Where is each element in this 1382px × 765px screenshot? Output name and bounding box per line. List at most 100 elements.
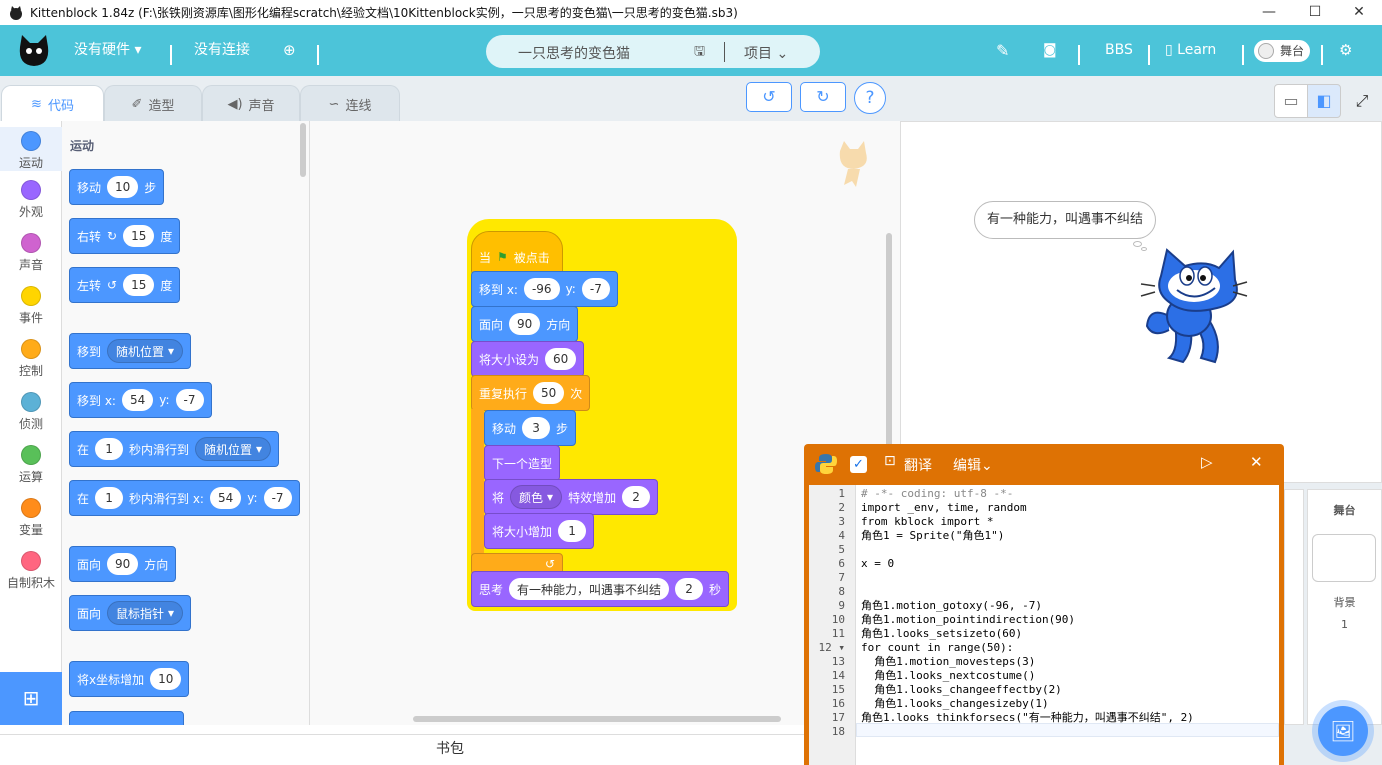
change-effect-block[interactable]: 将颜色 ▾ 特效增加 2	[484, 479, 659, 515]
block-input[interactable]: 60	[545, 348, 577, 370]
block-input[interactable]: 1	[558, 520, 587, 542]
category-6[interactable]: 运算	[0, 445, 62, 485]
palette-goto-block[interactable]: 移到 随机位置 ▾	[69, 333, 192, 369]
globe-icon[interactable]: ⊕	[283, 25, 296, 76]
palette-point-direction-block[interactable]: 面向 90 方向	[69, 546, 177, 582]
move-steps-block[interactable]: 移动 3 步	[484, 410, 577, 446]
bbs-link[interactable]: BBS	[1105, 25, 1133, 76]
palette-change-x-block[interactable]: 将x坐标增加 10	[69, 661, 190, 697]
category-5[interactable]: 侦测	[0, 392, 62, 432]
palette-scrollbar[interactable]	[300, 123, 306, 177]
learn-link[interactable]: ▯ Learn	[1165, 25, 1216, 76]
block-input[interactable]: 54	[209, 487, 242, 509]
hardware-menu[interactable]: 没有硬件 ▾	[74, 25, 141, 76]
block-input[interactable]: 10	[150, 668, 182, 690]
tab-costumes[interactable]: ✐ 造型	[104, 85, 202, 123]
fullscreen-button[interactable]: ⤢	[1350, 84, 1374, 118]
block-input[interactable]: 3	[522, 417, 551, 439]
block-input[interactable]: 1	[95, 487, 124, 509]
line-number: 17	[831, 711, 845, 724]
terminal-icon: ⊡	[884, 453, 896, 469]
run-icon[interactable]: ▷	[1201, 453, 1213, 471]
tab-wiring[interactable]: ∽ 连线	[300, 85, 400, 123]
palette-point-towards-block[interactable]: 面向 鼠标指针 ▾	[69, 595, 192, 631]
save-icon[interactable]: 🖫	[694, 42, 705, 64]
tab-code[interactable]: ≋ 代码	[1, 85, 104, 123]
block-input[interactable]: 54	[121, 389, 154, 411]
add-backdrop-button[interactable]: 🖼	[1318, 706, 1368, 756]
point-direction-block[interactable]: 面向 90 方向	[471, 306, 579, 342]
block-input[interactable]: 1	[95, 438, 124, 460]
palette-move-block[interactable]: 移动 10 步	[69, 169, 165, 205]
edit-menu-label: 编辑	[953, 458, 981, 474]
minimize-button[interactable]: —	[1246, 0, 1292, 25]
block-dropdown[interactable]: 随机位置 ▾	[107, 339, 184, 363]
category-2[interactable]: 声音	[0, 233, 62, 273]
goto-xy-block[interactable]: 移到 x: -96 y: -7	[471, 271, 618, 307]
camera-icon[interactable]: ◙	[1043, 25, 1057, 76]
block-label: 将x坐标增加	[77, 672, 145, 687]
category-7[interactable]: 变量	[0, 498, 62, 538]
palette-turn-left-block[interactable]: 左转 ↺ 15 度	[69, 267, 181, 303]
project-name-field[interactable]: 一只思考的变色猫	[518, 43, 630, 63]
block-input[interactable]: 90	[509, 313, 541, 335]
translate-button[interactable]: 翻译	[904, 455, 932, 475]
block-input[interactable]: 50	[533, 382, 565, 404]
repeat-block[interactable]: 重复执行 50 次	[471, 375, 591, 411]
project-menu[interactable]: 项目 ⌄	[744, 43, 788, 63]
block-dropdown[interactable]: 鼠标指针 ▾	[107, 601, 184, 625]
block-input[interactable]: 90	[107, 553, 139, 575]
block-input[interactable]: 2	[622, 486, 651, 508]
next-costume-block[interactable]: 下一个造型	[484, 445, 561, 481]
block-input[interactable]: 15	[123, 274, 155, 296]
help-button[interactable]: ?	[854, 82, 886, 114]
block-input[interactable]: -96	[523, 278, 560, 300]
block-input[interactable]: -7	[263, 487, 292, 509]
add-extension-button[interactable]: ⊞	[0, 672, 62, 725]
maximize-button[interactable]: ☐	[1292, 0, 1338, 25]
think-for-secs-block[interactable]: 思考 有一种能力，叫遇事不纠结 2 秒	[471, 571, 730, 607]
backpack-bar[interactable]: 书包	[0, 734, 900, 765]
tab-sounds[interactable]: ◀) 声音	[202, 85, 300, 123]
code-editor[interactable]: 1 2 3 4 5 6 7 8 9 10 11 12 ▾ 13 14 15 16 17 18 # -*- codi…	[809, 485, 1279, 765]
redo-button[interactable]: ↻	[800, 82, 846, 112]
palette-turn-right-block[interactable]: 右转 ↻ 15 度	[69, 218, 181, 254]
stage-toggle[interactable]: 舞台	[1254, 40, 1310, 62]
sync-checkbox[interactable]: ✓	[850, 456, 867, 473]
palette-glide-xy-block[interactable]: 在 1 秒内滑行到 x: 54 y: -7	[69, 480, 300, 516]
pencil-icon[interactable]: ✎	[996, 25, 1009, 76]
cat-sprite[interactable]	[1139, 246, 1249, 366]
connection-menu[interactable]: 没有连接	[194, 25, 250, 76]
stage-canvas[interactable]	[900, 121, 1382, 483]
block-input[interactable]: -7	[581, 278, 610, 300]
backdrop-thumbnail[interactable]	[1312, 534, 1376, 582]
category-0[interactable]: 运动	[0, 127, 62, 171]
category-4[interactable]: 控制	[0, 339, 62, 379]
workspace-hscrollbar[interactable]	[413, 716, 781, 722]
gear-icon[interactable]: ⚙	[1339, 25, 1352, 76]
edit-menu[interactable]: 编辑⌄	[953, 455, 993, 475]
block-dropdown[interactable]: 随机位置 ▾	[195, 437, 272, 461]
close-icon[interactable]: ✕	[1250, 453, 1263, 471]
normal-stage-button[interactable]: ◧	[1307, 84, 1341, 118]
palette-glide-block[interactable]: 在 1 秒内滑行到 随机位置 ▾	[69, 431, 280, 467]
rotate-right-icon: ↻	[107, 229, 118, 243]
small-stage-button[interactable]: ▭	[1274, 84, 1308, 118]
block-dropdown[interactable]: 颜色 ▾	[510, 485, 563, 509]
block-input[interactable]: 2	[675, 578, 704, 600]
change-size-block[interactable]: 将大小增加 1	[484, 513, 595, 549]
when-flag-clicked-block[interactable]: 当 ⚑ 被点击	[471, 231, 563, 275]
category-1[interactable]: 外观	[0, 180, 62, 220]
set-size-block[interactable]: 将大小设为 60	[471, 341, 585, 377]
palette-goto-xy-block[interactable]: 移到 x: 54 y: -7	[69, 382, 212, 418]
block-input[interactable]: 有一种能力，叫遇事不纠结	[509, 578, 670, 600]
block-input[interactable]: -7	[175, 389, 204, 411]
category-dot-icon	[21, 445, 41, 465]
category-8[interactable]: 自制积木	[0, 551, 62, 591]
undo-button[interactable]: ↺	[746, 82, 792, 112]
block-input[interactable]: 15	[123, 225, 155, 247]
category-3[interactable]: 事件	[0, 286, 62, 326]
close-window-button[interactable]: ✕	[1336, 0, 1382, 25]
palette-next-block[interactable]	[69, 711, 184, 725]
block-input[interactable]: 10	[107, 176, 139, 198]
